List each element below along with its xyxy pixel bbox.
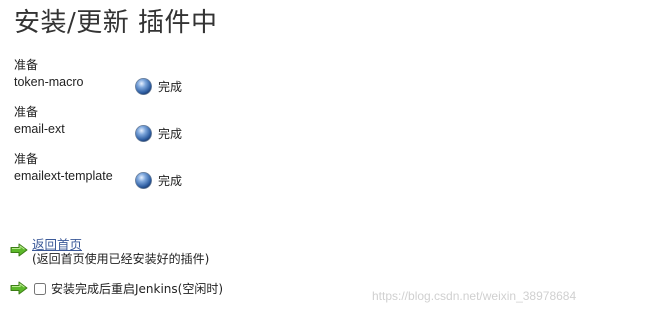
plugin-status: 完成 bbox=[134, 170, 182, 190]
plugin-prepare-label: 准备 bbox=[14, 105, 39, 119]
green-arrow-icon bbox=[10, 243, 28, 257]
blue-ball-icon bbox=[135, 171, 152, 189]
green-arrow-icon bbox=[10, 281, 28, 295]
plugin-status: 完成 bbox=[134, 123, 182, 143]
page-title: 安装/更新 插件中 bbox=[14, 8, 218, 38]
plugin-name: emailext-template bbox=[14, 169, 113, 183]
restart-checkbox[interactable] bbox=[34, 282, 46, 295]
restart-label: 安装完成后重启Jenkins(空闲时) bbox=[51, 282, 224, 296]
blue-ball-icon bbox=[135, 124, 152, 142]
plugin-name: token-macro bbox=[14, 75, 84, 89]
blue-ball-icon bbox=[135, 77, 152, 95]
plugin-prepare-label: 准备 bbox=[14, 58, 39, 72]
plugin-status-text: 完成 bbox=[158, 173, 183, 188]
plugin-status: 完成 bbox=[134, 76, 182, 96]
plugin-status-text: 完成 bbox=[158, 79, 183, 94]
plugin-name: email-ext bbox=[14, 122, 65, 136]
back-to-home-description: (返回首页使用已经安装好的插件) bbox=[32, 252, 210, 266]
plugin-prepare-label: 准备 bbox=[14, 152, 39, 166]
restart-option[interactable]: 安装完成后重启Jenkins(空闲时) bbox=[34, 280, 223, 297]
plugin-status-text: 完成 bbox=[158, 126, 183, 141]
watermark: https://blog.csdn.net/weixin_38978684 bbox=[372, 289, 577, 303]
